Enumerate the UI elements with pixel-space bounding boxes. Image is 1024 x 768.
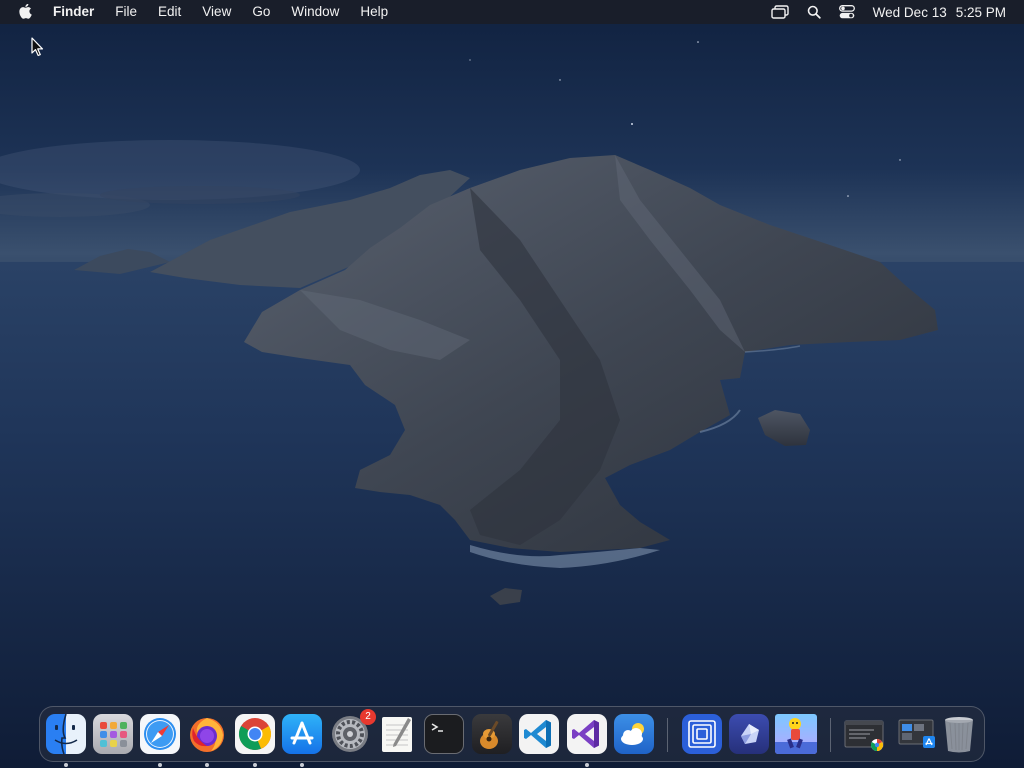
terminal-icon	[424, 714, 464, 754]
dock-item-terminal[interactable]	[424, 714, 464, 754]
menu-date: Wed Dec 13	[872, 4, 947, 20]
dock-item-chrome[interactable]	[235, 714, 275, 767]
crystal-app-icon	[729, 714, 769, 754]
dock-item-safari[interactable]	[140, 714, 180, 767]
dock-item-game[interactable]	[775, 714, 817, 754]
vscode-icon	[519, 714, 559, 754]
dock-separator	[667, 718, 668, 752]
finder-icon	[46, 714, 86, 754]
dock-item-vscode[interactable]	[519, 714, 559, 754]
menu-help[interactable]: Help	[360, 0, 388, 24]
menu-go[interactable]: Go	[252, 0, 270, 24]
visual-studio-icon	[567, 714, 607, 754]
dock: 2	[39, 706, 985, 767]
dock-separator	[830, 718, 831, 752]
desktop-wallpaper	[0, 0, 1024, 768]
menu-time: 5:25 PM	[955, 4, 1006, 20]
dock-item-visual-studio[interactable]	[567, 714, 607, 767]
control-center-icon[interactable]	[838, 5, 855, 19]
screens-icon	[682, 714, 722, 754]
running-indicator	[253, 763, 257, 767]
trash-icon	[939, 714, 979, 754]
applications-stack-icon	[897, 714, 937, 754]
catalina-island-illustration	[0, 41, 1024, 768]
dock-item-garageband[interactable]	[472, 714, 512, 754]
chrome-icon	[235, 714, 275, 754]
menu-window[interactable]: Window	[291, 0, 339, 24]
dock-item-app-store[interactable]	[282, 714, 322, 767]
running-indicator	[158, 763, 162, 767]
downloads-stack-icon	[844, 714, 884, 754]
garageband-icon	[472, 714, 512, 754]
dock-item-launchpad[interactable]	[93, 714, 133, 754]
mouse-pointer-icon	[31, 37, 45, 62]
notification-badge: 2	[360, 709, 376, 725]
menu-clock[interactable]: Wed Dec 13 5:25 PM	[873, 5, 1006, 20]
dock-item-finder[interactable]	[46, 714, 86, 767]
dock-item-applications-stack[interactable]	[897, 714, 937, 754]
menu-edit[interactable]: Edit	[158, 0, 181, 24]
running-indicator	[205, 763, 209, 767]
dock-item-weather[interactable]	[614, 714, 654, 754]
weather-icon	[614, 714, 654, 754]
safari-icon	[140, 714, 180, 754]
game-character-icon	[775, 714, 817, 754]
launchpad-icon	[93, 714, 133, 754]
dock-item-downloads-stack[interactable]	[844, 714, 884, 754]
screen-mirroring-icon[interactable]	[770, 5, 789, 19]
dock-item-screens[interactable]	[682, 714, 722, 754]
menu-bar: Finder File Edit View Go Window Help Wed…	[0, 0, 1024, 24]
menu-app-name[interactable]: Finder	[53, 0, 94, 24]
app-store-icon	[282, 714, 322, 754]
dock-item-system-preferences[interactable]: 2	[330, 709, 376, 754]
running-indicator	[64, 763, 68, 767]
dock-item-trash[interactable]	[939, 714, 979, 754]
running-indicator	[585, 763, 589, 767]
textedit-icon	[377, 714, 417, 754]
dock-item-textedit[interactable]	[377, 714, 417, 754]
spotlight-search-icon[interactable]	[807, 5, 821, 19]
menu-view[interactable]: View	[202, 0, 231, 24]
running-indicator	[300, 763, 304, 767]
menu-file[interactable]: File	[115, 0, 137, 24]
dock-item-crystal-app[interactable]	[729, 714, 769, 754]
apple-menu-icon[interactable]	[19, 0, 35, 24]
firefox-icon	[187, 714, 227, 754]
dock-item-firefox[interactable]	[187, 714, 227, 767]
